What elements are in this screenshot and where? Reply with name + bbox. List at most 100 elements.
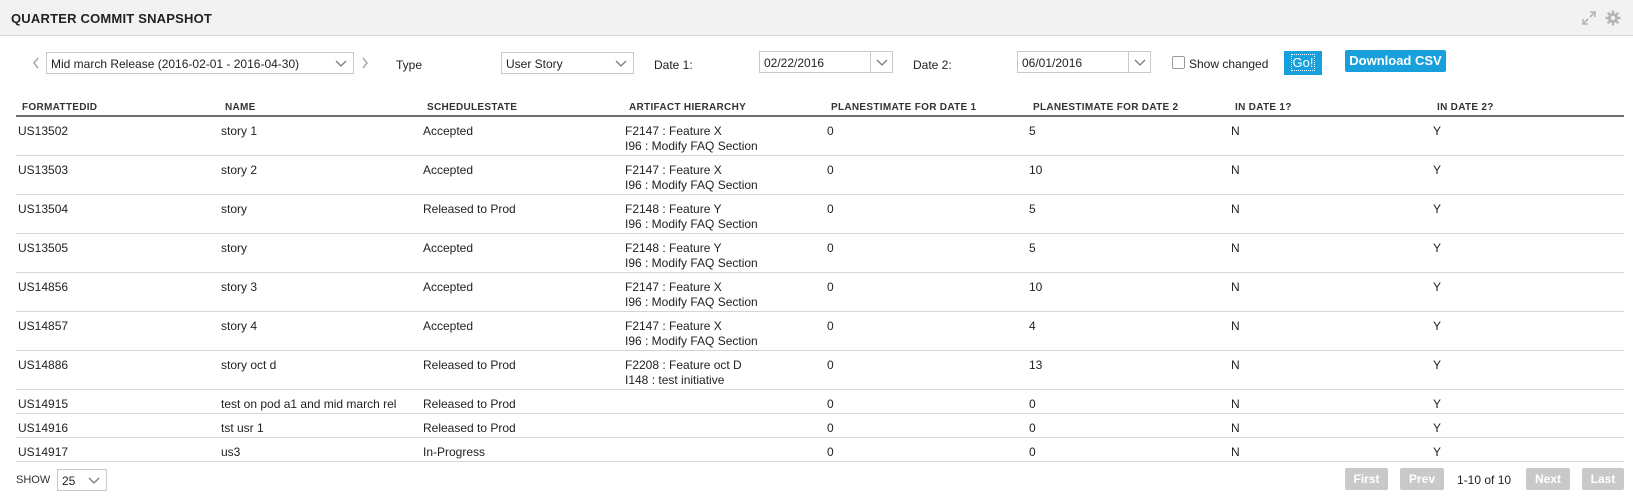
cell-in-date1: N <box>1231 421 1240 435</box>
column-header-in-date1[interactable]: IN DATE 1? <box>1235 102 1292 113</box>
hierarchy-feature: F2147 : Feature X <box>625 163 722 177</box>
release-select[interactable]: Mid march Release (2016-02-01 - 2016-04-… <box>46 52 354 74</box>
table-row[interactable]: US13502 story 1 Accepted F2147 : Feature XI… <box>16 117 1624 156</box>
cell-schedulestate: Accepted <box>423 163 474 177</box>
cell-in-date2: Y <box>1433 319 1442 333</box>
cell-artifact-hierarchy: F2147 : Feature X I96 : Modify FAQ Sectio… <box>625 163 758 193</box>
cell-schedulestate: Released to Prod <box>423 421 516 435</box>
cell-formattedid: US13504 <box>18 202 69 216</box>
table-body: US13502 story 1 Accepted F2147 : Feature XI… <box>16 117 1624 462</box>
cell-planestimate-date1: 0 <box>827 163 834 177</box>
column-header-artifact-hierarchy[interactable]: ARTIFACT HIERARCHY <box>629 102 746 113</box>
cell-name: story 3 <box>221 280 258 294</box>
expand-icon[interactable] <box>1581 10 1597 26</box>
first-page-button[interactable]: First <box>1345 468 1388 490</box>
gear-icon[interactable] <box>1605 10 1621 26</box>
cell-in-date1: N <box>1231 445 1240 459</box>
hierarchy-initiative: I96 : Modify FAQ Section <box>625 295 758 309</box>
cell-in-date2: Y <box>1433 124 1442 138</box>
cell-in-date1: N <box>1231 358 1240 372</box>
table-row[interactable]: US13504 story Released to Prod F2148 : Feat… <box>16 195 1624 234</box>
table-row[interactable]: US13505 story Accepted F2148 : Feature Y I96… <box>16 234 1624 273</box>
cell-name: story 2 <box>221 163 258 177</box>
page-size-value: 25 <box>62 474 76 488</box>
cell-planestimate-date2: 10 <box>1029 163 1043 177</box>
cell-schedulestate: Accepted <box>423 124 474 138</box>
panel-tools <box>1581 10 1621 26</box>
show-changed-label: Show changed <box>1189 57 1269 71</box>
next-page-button[interactable]: Next <box>1526 468 1570 490</box>
cell-artifact-hierarchy: F2147 : Feature X I96 : Modify FAQ Sectio… <box>625 124 758 154</box>
chevron-down-icon <box>88 477 100 484</box>
table-row[interactable]: US14857 story 4 Accepted F2147 : Feature XI… <box>16 312 1624 351</box>
hierarchy-initiative: I96 : Modify FAQ Section <box>625 178 758 192</box>
go-button[interactable]: Go! <box>1284 51 1322 75</box>
cell-planestimate-date2: 5 <box>1029 241 1036 255</box>
cell-artifact-hierarchy: F2147 : Feature X I96 : Modify FAQ Sectio… <box>625 280 758 310</box>
cell-formattedid: US14857 <box>18 319 69 333</box>
cell-name: story oct d <box>221 358 277 372</box>
cell-schedulestate: Released to Prod <box>423 202 516 216</box>
cell-in-date2: Y <box>1433 358 1442 372</box>
date2-picker-trigger[interactable] <box>1128 52 1150 72</box>
cell-in-date1: N <box>1231 319 1240 333</box>
hierarchy-feature: F2148 : Feature Y <box>625 202 722 216</box>
panel-title: QUARTER COMMIT SNAPSHOT <box>11 11 213 26</box>
column-header-planestimate-date1[interactable]: PLANESTIMATE FOR DATE 1 <box>831 102 976 113</box>
cell-name: test on pod a1 and mid march rel <box>221 397 397 411</box>
type-label: Type <box>396 58 423 72</box>
date1-picker-trigger[interactable] <box>870 52 892 72</box>
type-select[interactable]: User Story <box>501 52 634 74</box>
chevron-down-icon <box>335 60 347 67</box>
previous-release-arrow-icon[interactable] <box>30 55 42 71</box>
cell-in-date2: Y <box>1433 280 1442 294</box>
hierarchy-initiative: I96 : Modify FAQ Section <box>625 256 758 270</box>
cell-formattedid: US14856 <box>18 280 69 294</box>
quarter-commit-snapshot-panel: QUARTER COMMIT SNAPSHOT Mid march Releas… <box>0 0 1633 499</box>
table-row[interactable]: US14886 story oct d Released to Prod F2208 … <box>16 351 1624 390</box>
cell-formattedid: US13505 <box>18 241 69 255</box>
show-changed-checkbox[interactable] <box>1172 56 1185 69</box>
last-page-button[interactable]: Last <box>1582 468 1624 490</box>
hierarchy-feature: F2147 : Feature X <box>625 124 722 138</box>
table-header: FORMATTEDID NAME SCHEDULESTATE ARTIFACT … <box>16 95 1624 117</box>
page-size-select[interactable]: 25 <box>57 469 107 491</box>
prev-page-button[interactable]: Prev <box>1400 468 1444 490</box>
column-header-planestimate-date2[interactable]: PLANESTIMATE FOR DATE 2 <box>1033 102 1178 113</box>
column-header-formattedid[interactable]: FORMATTEDID <box>22 102 97 113</box>
table-row[interactable]: US14915 test on pod a1 and mid march rel R… <box>16 390 1624 414</box>
table-row[interactable]: US14856 story 3 Accepted F2147 : Feature XI… <box>16 273 1624 312</box>
column-header-in-date2[interactable]: IN DATE 2? <box>1437 102 1494 113</box>
cell-planestimate-date2: 0 <box>1029 445 1036 459</box>
cell-planestimate-date1: 0 <box>827 202 834 216</box>
cell-artifact-hierarchy: F2148 : Feature Y I96 : Modify FAQ Sectio… <box>625 202 758 232</box>
hierarchy-initiative: I148 : test initiative <box>625 373 725 387</box>
cell-artifact-hierarchy: F2208 : Feature oct D I148 : test initiat… <box>625 358 742 388</box>
hierarchy-feature: F2148 : Feature Y <box>625 241 722 255</box>
cell-formattedid: US13503 <box>18 163 69 177</box>
cell-in-date2: Y <box>1433 241 1442 255</box>
cell-planestimate-date2: 5 <box>1029 202 1036 216</box>
date2-field[interactable]: 06/01/2016 <box>1017 51 1151 73</box>
column-header-name[interactable]: NAME <box>225 102 256 113</box>
table-row[interactable]: US14917 us3 In-Progress 0 0 N Y <box>16 438 1624 462</box>
hierarchy-initiative: I96 : Modify FAQ Section <box>625 139 758 153</box>
cell-artifact-hierarchy: F2148 : Feature Y I96 : Modify FAQ Sectio… <box>625 241 758 271</box>
cell-schedulestate: In-Progress <box>423 445 486 459</box>
cell-planestimate-date2: 5 <box>1029 124 1036 138</box>
cell-artifact-hierarchy: F2147 : Feature X I96 : Modify FAQ Sectio… <box>625 319 758 349</box>
column-header-schedulestate[interactable]: SCHEDULESTATE <box>427 102 517 113</box>
table-row[interactable]: US13503 story 2 Accepted F2147 : Feature XI… <box>16 156 1624 195</box>
table-row[interactable]: US14916 tst usr 1 Released to Prod 0 0 N Y <box>16 414 1624 438</box>
chevron-down-icon <box>615 60 627 67</box>
chevron-down-icon <box>1134 59 1146 66</box>
date2-value: 06/01/2016 <box>1022 56 1083 70</box>
go-button-label: Go! <box>1290 54 1316 71</box>
cell-name: us3 <box>221 445 241 459</box>
next-release-arrow-icon[interactable] <box>359 55 371 71</box>
cell-in-date2: Y <box>1433 445 1442 459</box>
cell-in-date2: Y <box>1433 202 1442 216</box>
hierarchy-feature: F2208 : Feature oct D <box>625 358 742 372</box>
download-csv-button[interactable]: Download CSV <box>1345 50 1446 72</box>
date1-field[interactable]: 02/22/2016 <box>759 51 893 73</box>
